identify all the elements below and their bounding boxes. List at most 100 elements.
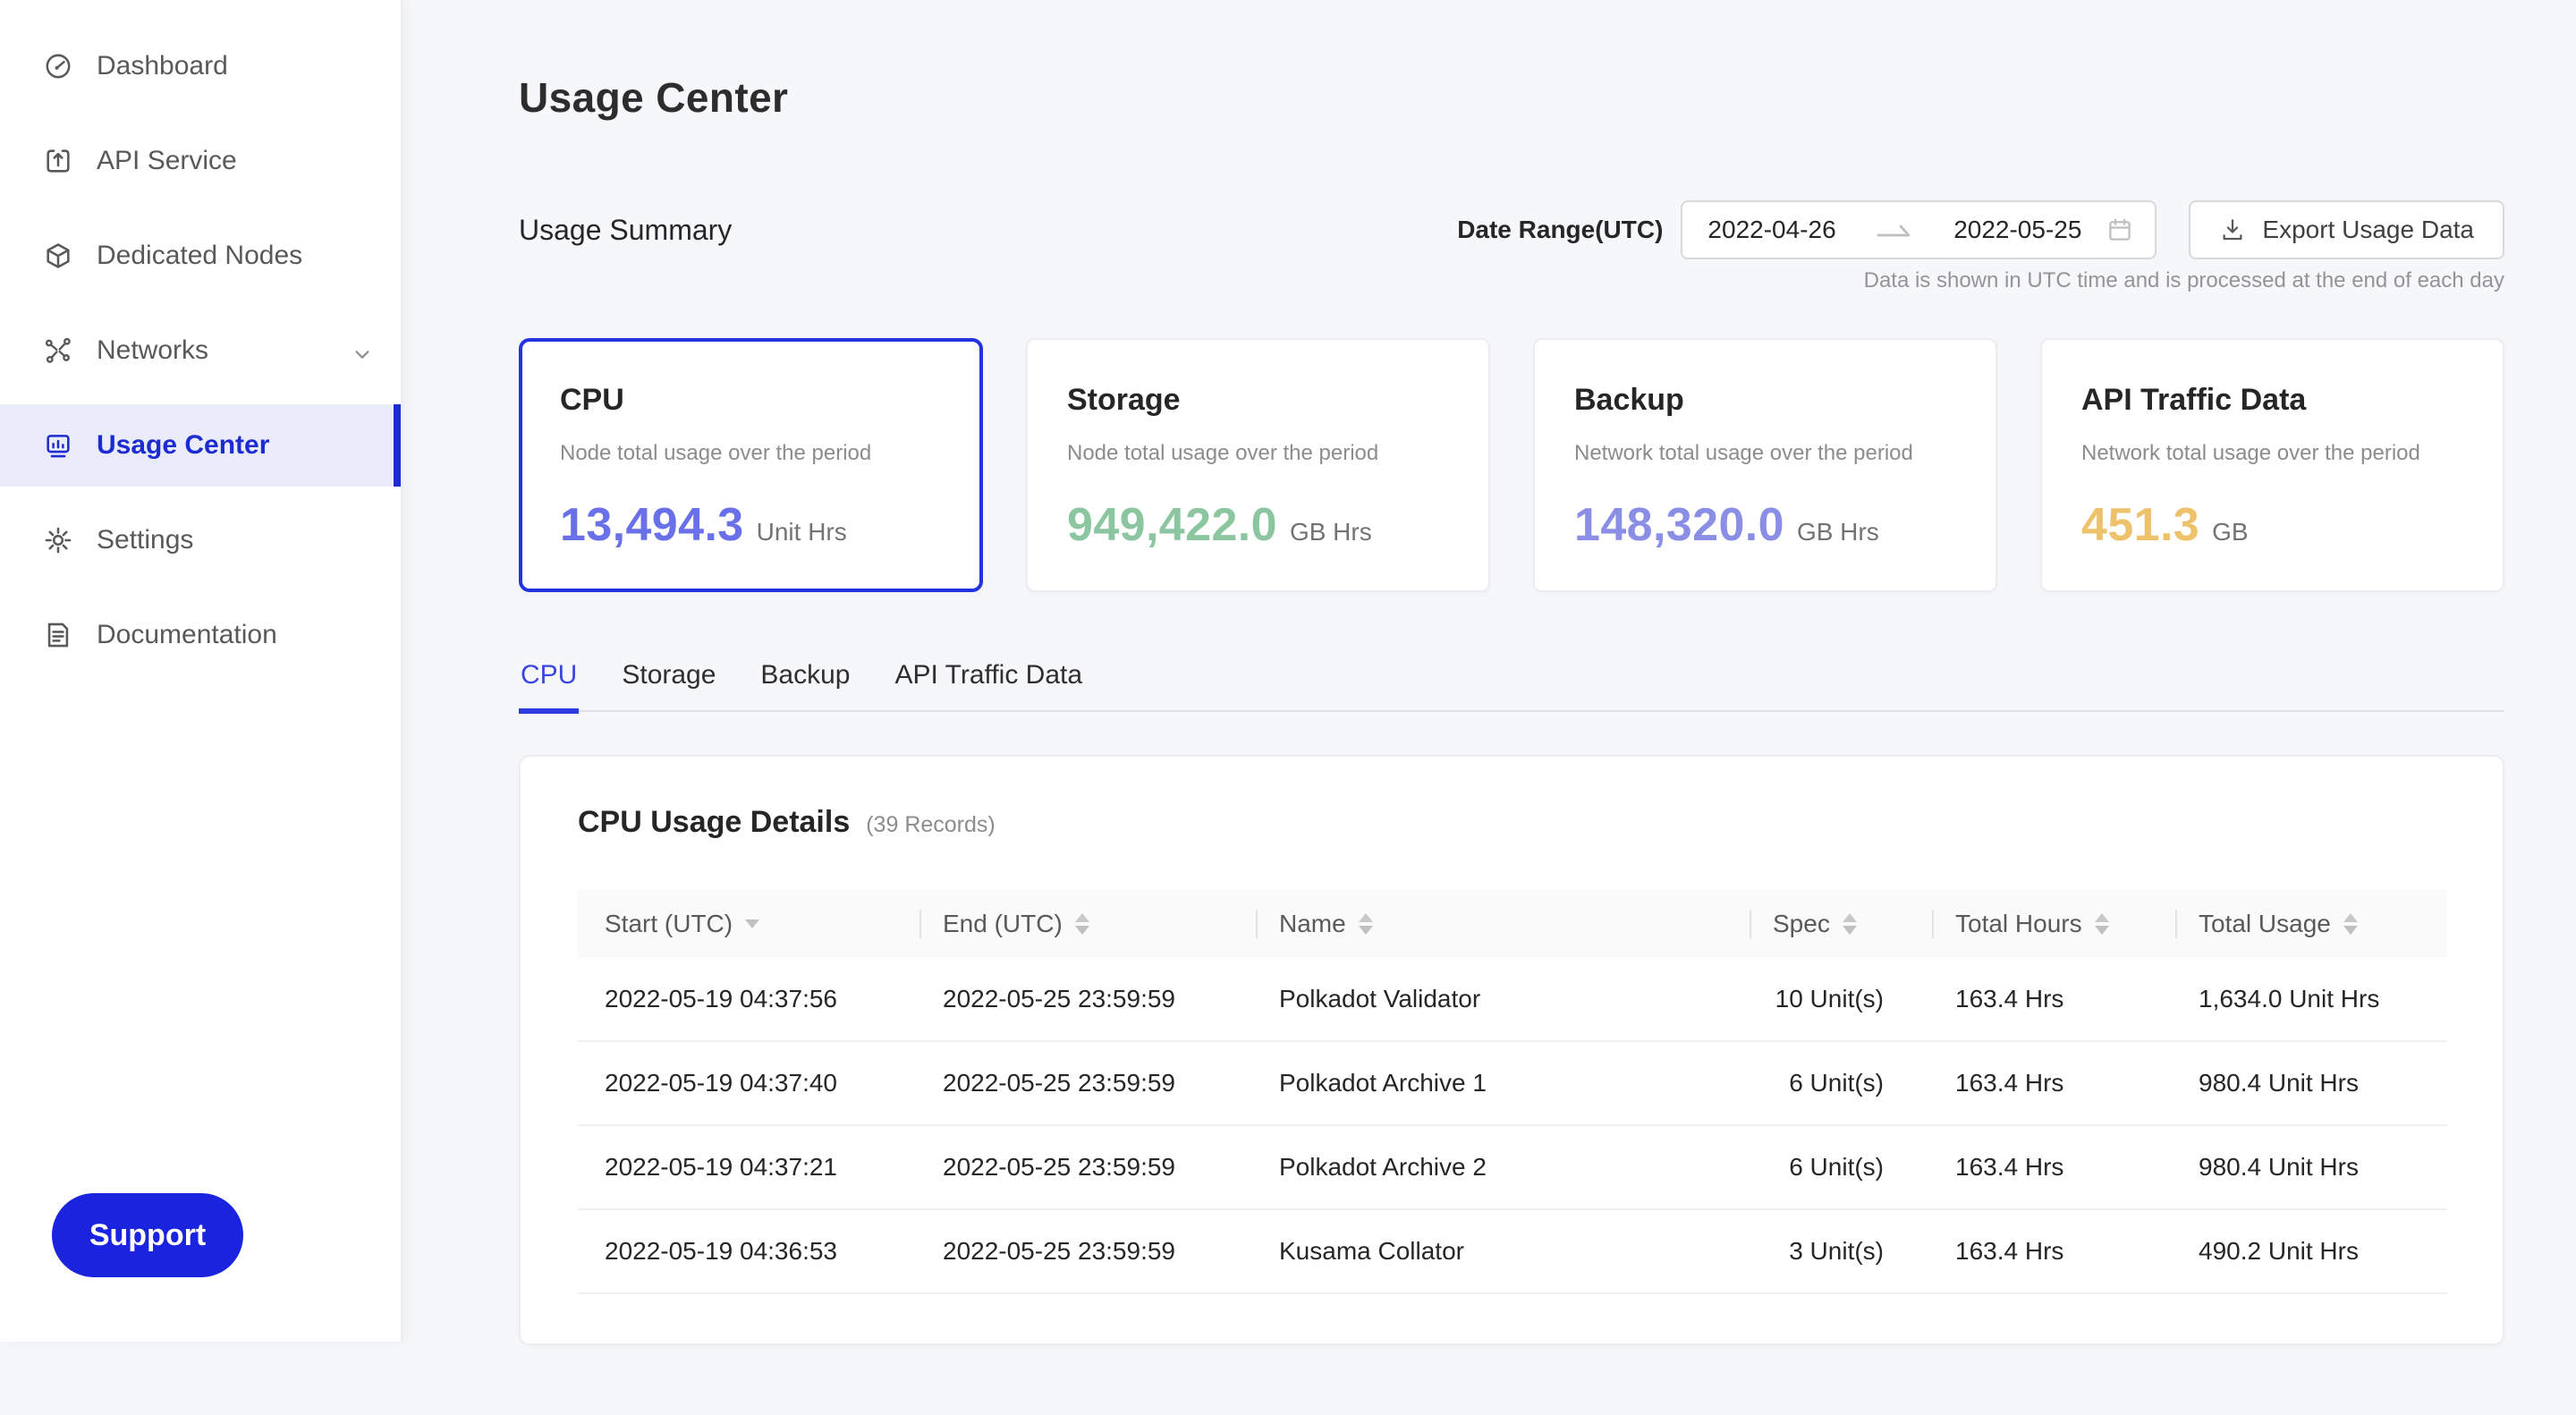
card-backup[interactable]: Backup Network total usage over the peri… bbox=[1533, 338, 1997, 592]
cell-total-hours: 163.4 Hrs bbox=[1932, 1153, 2175, 1182]
cell-start: 2022-05-19 04:37:40 bbox=[578, 1069, 919, 1097]
cell-total-usage: 490.2 Unit Hrs bbox=[2175, 1237, 2447, 1266]
cell-name: Polkadot Archive 2 bbox=[1256, 1153, 1750, 1182]
page-title: Usage Center bbox=[519, 73, 2504, 122]
tab-storage[interactable]: Storage bbox=[620, 660, 717, 714]
column-header-name[interactable]: Name bbox=[1256, 890, 1750, 958]
table-row: 2022-05-19 04:37:56 2022-05-25 23:59:59 … bbox=[578, 958, 2447, 1042]
cell-end: 2022-05-25 23:59:59 bbox=[919, 985, 1256, 1013]
card-subtitle: Network total usage over the period bbox=[1574, 441, 1956, 466]
card-title: Storage bbox=[1067, 383, 1449, 418]
chevron-down-icon[interactable] bbox=[352, 341, 372, 360]
export-usage-data-button[interactable]: Export Usage Data bbox=[2189, 200, 2504, 259]
cell-spec: 3 Unit(s) bbox=[1750, 1237, 1932, 1266]
table-body: 2022-05-19 04:37:56 2022-05-25 23:59:59 … bbox=[578, 958, 2447, 1294]
column-header-total-hours[interactable]: Total Hours bbox=[1932, 890, 2175, 958]
card-title: Backup bbox=[1574, 383, 1956, 418]
card-value: 13,494.3 bbox=[560, 498, 744, 552]
cell-total-usage: 1,634.0 Unit Hrs bbox=[2175, 985, 2447, 1013]
cell-total-usage: 980.4 Unit Hrs bbox=[2175, 1069, 2447, 1097]
sort-icon bbox=[2095, 913, 2109, 935]
card-unit: GB Hrs bbox=[1290, 518, 1372, 547]
export-button-label: Export Usage Data bbox=[2262, 216, 2474, 244]
sidebar-item-label: Documentation bbox=[97, 620, 277, 650]
summary-cards: CPU Node total usage over the period 13,… bbox=[519, 338, 2504, 592]
sidebar-item-documentation[interactable]: Documentation bbox=[0, 594, 401, 676]
cell-total-hours: 163.4 Hrs bbox=[1932, 1237, 2175, 1266]
cell-start: 2022-05-19 04:37:56 bbox=[578, 985, 919, 1013]
gear-icon bbox=[43, 525, 73, 555]
card-value: 148,320.0 bbox=[1574, 498, 1784, 552]
cell-total-usage: 980.4 Unit Hrs bbox=[2175, 1153, 2447, 1182]
column-header-end-utc[interactable]: End (UTC) bbox=[919, 890, 1256, 958]
tab-backup[interactable]: Backup bbox=[758, 660, 852, 714]
records-count: (39 Records) bbox=[866, 812, 996, 838]
column-header-total-usage[interactable]: Total Usage bbox=[2175, 890, 2447, 958]
cube-icon bbox=[43, 241, 73, 271]
main-content: Usage Center Usage Summary Date Range(UT… bbox=[402, 73, 2576, 1345]
detail-tabs: CPU Storage Backup API Traffic Data bbox=[519, 660, 2504, 712]
tab-cpu[interactable]: CPU bbox=[519, 660, 579, 714]
support-button[interactable]: Support bbox=[52, 1193, 243, 1277]
usage-table: Start (UTC) End (UTC) Name Spec Total Ho… bbox=[578, 890, 2447, 1294]
swap-right-icon bbox=[1836, 220, 1954, 240]
utc-note: Data is shown in UTC time and is process… bbox=[519, 268, 2504, 293]
calendar-icon[interactable] bbox=[2106, 216, 2133, 243]
card-title: API Traffic Data bbox=[2081, 383, 2463, 418]
sidebar-item-networks[interactable]: Networks bbox=[0, 309, 401, 392]
card-cpu[interactable]: CPU Node total usage over the period 13,… bbox=[519, 338, 983, 592]
sidebar-item-label: Settings bbox=[97, 525, 193, 555]
cell-total-hours: 163.4 Hrs bbox=[1932, 985, 2175, 1013]
card-subtitle: Node total usage over the period bbox=[1067, 441, 1449, 466]
sort-icon bbox=[1359, 913, 1373, 935]
card-title: CPU bbox=[560, 383, 942, 418]
cell-total-hours: 163.4 Hrs bbox=[1932, 1069, 2175, 1097]
date-range-picker[interactable]: 2022-04-26 2022-05-25 bbox=[1681, 200, 2157, 259]
sidebar-item-label: API Service bbox=[97, 146, 237, 176]
cell-spec: 6 Unit(s) bbox=[1750, 1069, 1932, 1097]
tab-api-traffic-data[interactable]: API Traffic Data bbox=[894, 660, 1085, 714]
cell-spec: 10 Unit(s) bbox=[1750, 985, 1932, 1013]
card-storage[interactable]: Storage Node total usage over the period… bbox=[1026, 338, 1490, 592]
sidebar-item-settings[interactable]: Settings bbox=[0, 499, 401, 581]
card-subtitle: Node total usage over the period bbox=[560, 441, 942, 466]
column-header-start-utc[interactable]: Start (UTC) bbox=[578, 890, 919, 958]
card-subtitle: Network total usage over the period bbox=[2081, 441, 2463, 466]
date-start-input[interactable]: 2022-04-26 bbox=[1707, 216, 1835, 244]
sort-desc-icon bbox=[745, 919, 759, 928]
sidebar-item-dedicated-nodes[interactable]: Dedicated Nodes bbox=[0, 215, 401, 297]
card-unit: GB Hrs bbox=[1797, 518, 1879, 547]
card-unit: GB bbox=[2212, 518, 2248, 547]
table-header-row: Start (UTC) End (UTC) Name Spec Total Ho… bbox=[578, 890, 2447, 958]
table-row: 2022-05-19 04:37:40 2022-05-25 23:59:59 … bbox=[578, 1042, 2447, 1126]
cell-end: 2022-05-25 23:59:59 bbox=[919, 1153, 1256, 1182]
cell-name: Polkadot Validator bbox=[1256, 985, 1750, 1013]
gauge-icon bbox=[43, 51, 73, 81]
sidebar: Dashboard API Service Dedicated Nodes Ne… bbox=[0, 0, 402, 1342]
cell-end: 2022-05-25 23:59:59 bbox=[919, 1069, 1256, 1097]
sort-icon bbox=[1075, 913, 1089, 935]
table-row: 2022-05-19 04:36:53 2022-05-25 23:59:59 … bbox=[578, 1210, 2447, 1294]
card-api-traffic[interactable]: API Traffic Data Network total usage ove… bbox=[2040, 338, 2504, 592]
card-unit: Unit Hrs bbox=[757, 518, 847, 547]
sidebar-item-label: Usage Center bbox=[97, 430, 269, 461]
sidebar-item-label: Dedicated Nodes bbox=[97, 241, 302, 271]
cell-start: 2022-05-19 04:37:21 bbox=[578, 1153, 919, 1182]
card-value: 949,422.0 bbox=[1067, 498, 1277, 552]
summary-bar: Usage Summary Date Range(UTC) 2022-04-26… bbox=[519, 200, 2504, 259]
sort-icon bbox=[1843, 913, 1857, 935]
usage-summary-heading: Usage Summary bbox=[519, 214, 732, 247]
sort-icon bbox=[2343, 913, 2358, 935]
column-header-spec[interactable]: Spec bbox=[1750, 890, 1932, 958]
date-end-input[interactable]: 2022-05-25 bbox=[1953, 216, 2081, 244]
sidebar-item-dashboard[interactable]: Dashboard bbox=[0, 25, 401, 107]
usage-chart-icon bbox=[43, 430, 73, 461]
sidebar-item-api-service[interactable]: API Service bbox=[0, 120, 401, 202]
sidebar-item-label: Dashboard bbox=[97, 51, 228, 81]
card-value: 451.3 bbox=[2081, 498, 2199, 552]
sidebar-item-usage-center[interactable]: Usage Center bbox=[0, 404, 401, 487]
cell-spec: 6 Unit(s) bbox=[1750, 1153, 1932, 1182]
date-range-label: Date Range(UTC) bbox=[1457, 216, 1663, 244]
cell-start: 2022-05-19 04:36:53 bbox=[578, 1237, 919, 1266]
table-row: 2022-05-19 04:37:21 2022-05-25 23:59:59 … bbox=[578, 1126, 2447, 1210]
